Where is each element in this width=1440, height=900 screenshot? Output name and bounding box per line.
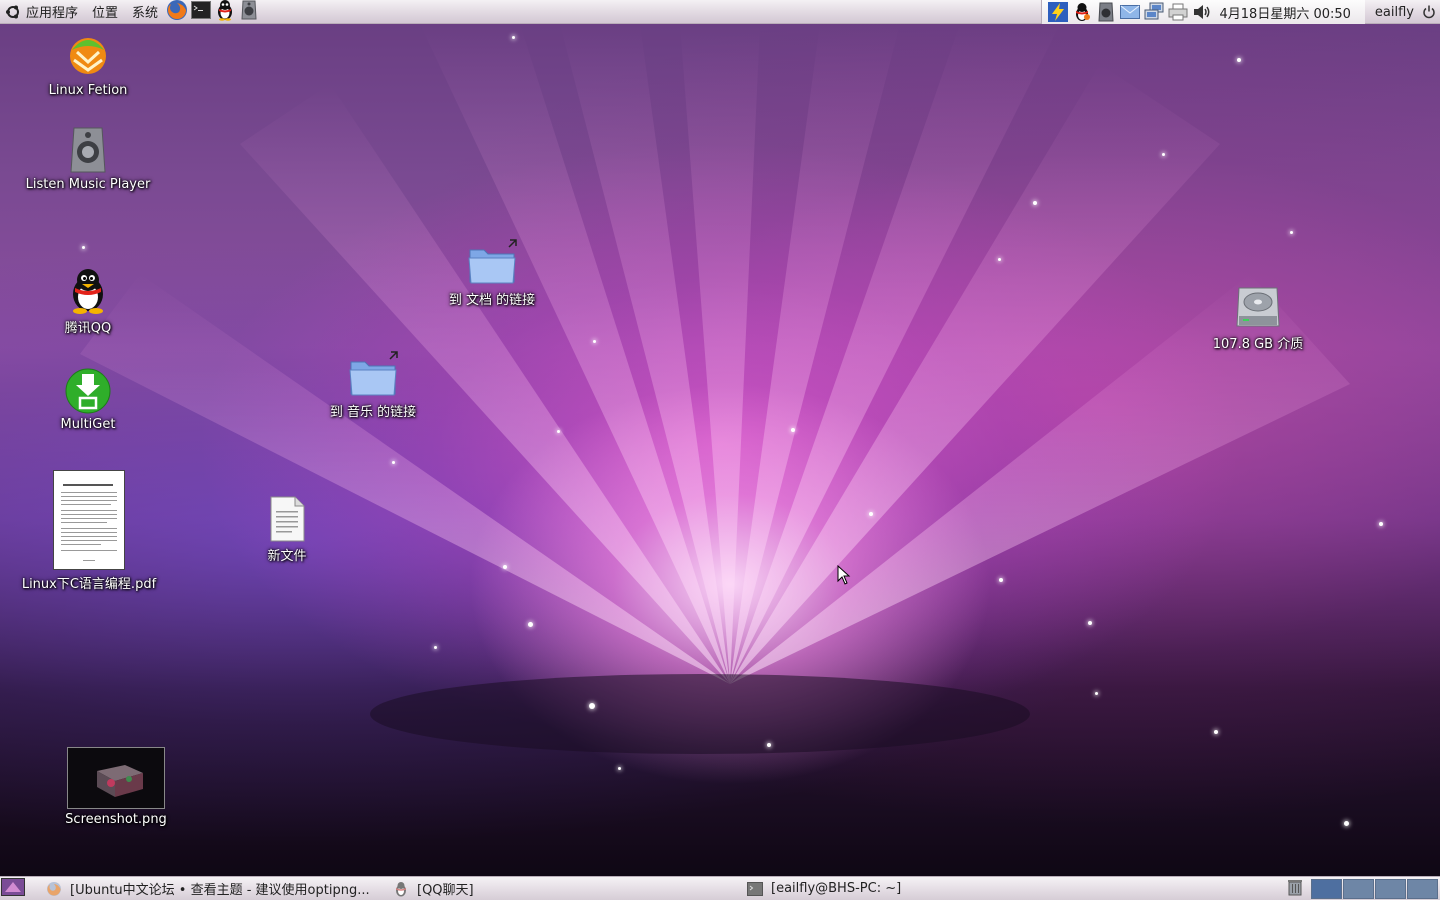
- show-desktop-icon: [1, 877, 25, 900]
- trash-button[interactable]: [1284, 879, 1306, 899]
- show-desktop-button[interactable]: [0, 877, 26, 900]
- terminal-icon: [191, 0, 212, 23]
- printer-icon[interactable]: [1168, 2, 1188, 22]
- bottom-panel: [Ubuntu中文论坛 • 查看主题 - 建议使用optipng... [QQ聊…: [0, 876, 1440, 900]
- qq-penguin-icon: [215, 0, 235, 25]
- speaker-icon: [64, 126, 112, 174]
- speaker-icon: [241, 0, 257, 24]
- fetion-icon: [64, 36, 112, 80]
- taskbar-item-firefox[interactable]: [Ubuntu中文论坛 • 查看主题 - 建议使用optipng...: [40, 878, 385, 900]
- desktop-icon-label: Listen Music Player: [25, 177, 151, 192]
- volume-icon[interactable]: [1192, 2, 1212, 22]
- launcher-terminal[interactable]: [190, 0, 212, 23]
- desktop-icon-label: Linux下C语言编程.pdf: [21, 577, 157, 592]
- top-panel: 应用程序 位置 系统 4月18日星期六 00:50 eailfly: [0, 0, 1440, 24]
- menu-label: 位置: [92, 6, 119, 21]
- taskbar-item-qq[interactable]: [QQ聊天]: [387, 878, 739, 900]
- desktop-icon-label: 腾讯QQ: [64, 321, 112, 336]
- folder-link-icon: [464, 238, 520, 286]
- desktop-icon-linux-c-pdf[interactable]: Linux下C语言编程.pdf: [14, 470, 164, 592]
- launcher-qq[interactable]: [214, 0, 236, 25]
- trash-icon: [1287, 878, 1303, 900]
- desktop-icon-label: MultiGet: [60, 417, 116, 432]
- desktop-icon-linux-fetion[interactable]: Linux Fetion: [38, 36, 138, 98]
- workspace-2[interactable]: [1343, 879, 1374, 899]
- power-icon[interactable]: [1418, 0, 1440, 24]
- ubuntu-logo-icon: [4, 3, 22, 21]
- taskbar-item-label: [eailfly@BHS-PC: ~]: [771, 881, 902, 896]
- network-icon[interactable]: [1144, 2, 1164, 22]
- folder-link-icon: [345, 350, 401, 398]
- text-file-icon: [267, 494, 307, 542]
- mail-tray-icon[interactable]: [1119, 2, 1140, 22]
- desktop-icon-music-link[interactable]: 到 音乐 的链接: [313, 350, 433, 420]
- desktop-icon-drive[interactable]: 107.8 GB 介质: [1198, 284, 1318, 352]
- desktop-icon-label: Screenshot.png: [65, 812, 167, 827]
- image-thumbnail-icon: [67, 747, 165, 809]
- desktop-icon-multiget[interactable]: MultiGet: [48, 366, 128, 432]
- launcher-firefox[interactable]: [166, 0, 188, 25]
- notify-bolt-icon[interactable]: [1047, 2, 1068, 22]
- menu-label: 应用程序: [26, 6, 79, 21]
- taskbar-item-terminal[interactable]: [eailfly@BHS-PC: ~]: [741, 878, 1093, 900]
- workspace-switcher: [1310, 879, 1438, 899]
- terminal-icon: [747, 881, 763, 897]
- desktop-icon-label: Linux Fetion: [48, 83, 128, 98]
- launcher-music-player[interactable]: [238, 0, 260, 24]
- download-icon: [64, 366, 112, 414]
- taskbar-item-label: [Ubuntu中文论坛 • 查看主题 - 建议使用optipng...: [70, 883, 370, 898]
- firefox-icon: [46, 881, 62, 897]
- menu-places[interactable]: 位置: [85, 0, 125, 24]
- music-tray-icon[interactable]: [1096, 2, 1116, 22]
- desktop[interactable]: Linux Fetion Listen Music Player 腾讯QQ Mu…: [0, 24, 1440, 876]
- firefox-icon: [166, 0, 188, 25]
- wallpaper-aurora: [80, 24, 1350, 754]
- qq-tray-icon[interactable]: [1072, 2, 1092, 22]
- hard-drive-icon: [1234, 284, 1282, 330]
- desktop-icon-label: 107.8 GB 介质: [1212, 337, 1304, 352]
- desktop-icon-label: 到 音乐 的链接: [329, 405, 417, 420]
- menu-applications[interactable]: 应用程序: [0, 0, 85, 24]
- desktop-icon-listen-music-player[interactable]: Listen Music Player: [18, 126, 158, 192]
- qq-penguin-icon: [64, 266, 112, 314]
- workspace-1[interactable]: [1311, 879, 1342, 899]
- workspace-4[interactable]: [1407, 879, 1438, 899]
- mouse-pointer: [837, 564, 851, 585]
- desktop-icon-label: 新文件: [267, 549, 307, 564]
- clock[interactable]: 4月18日星期六 00:50: [1214, 0, 1361, 24]
- pdf-thumbnail-icon: [53, 470, 125, 570]
- desktop-icon-screenshot-png[interactable]: Screenshot.png: [56, 747, 176, 827]
- user-switcher[interactable]: eailfly: [1365, 0, 1418, 24]
- desktop-icon-tencent-qq[interactable]: 腾讯QQ: [48, 266, 128, 336]
- workspace-3[interactable]: [1375, 879, 1406, 899]
- taskbar-item-label: [QQ聊天]: [417, 883, 474, 898]
- desktop-icon-docs-link[interactable]: 到 文档 的链接: [432, 238, 552, 308]
- menu-label: 系统: [132, 6, 159, 21]
- desktop-icon-new-file[interactable]: 新文件: [247, 494, 327, 564]
- qq-penguin-icon: [393, 881, 409, 897]
- desktop-icon-label: 到 文档 的链接: [448, 293, 536, 308]
- menu-system[interactable]: 系统: [125, 0, 165, 24]
- notification-area: 4月18日星期六 00:50: [1040, 0, 1365, 24]
- top-panel-right: 4月18日星期六 00:50 eailfly: [1040, 0, 1440, 24]
